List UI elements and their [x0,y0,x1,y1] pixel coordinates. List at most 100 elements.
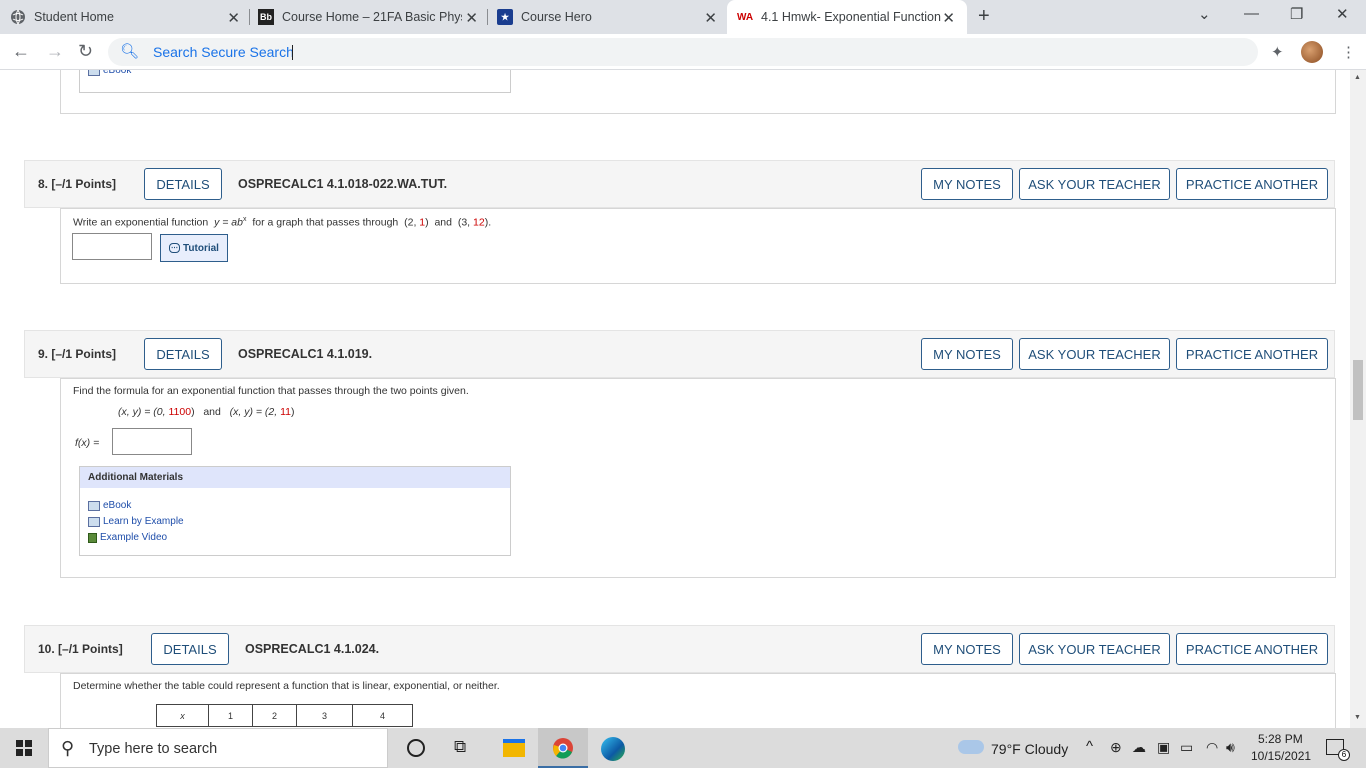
chevron-up-icon[interactable]: ^ [1086,738,1093,755]
weather-cloud-icon [958,740,984,754]
more-menu-icon[interactable]: ⋮ [1341,43,1356,61]
page-scrollbar[interactable]: ▲ ▼ [1350,70,1366,728]
close-tab-icon[interactable]: ✕ [227,9,240,27]
avatar[interactable] [1301,41,1323,63]
ask-your-teacher-button[interactable]: ASK YOUR TEACHER [1019,168,1170,200]
question-text: Find the formula for an exponential func… [73,385,469,397]
question-10-header: 10. [–/1 Points] DETAILS OSPRECALC1 4.1.… [24,625,1335,673]
forward-arrow-icon[interactable]: → [46,41,64,62]
question-8-header: 8. [–/1 Points] DETAILS OSPRECALC1 4.1.0… [24,160,1335,208]
table-row: x 1 2 3 4 [156,704,413,727]
network-status-icon[interactable]: ⊕ [1110,739,1122,756]
chrome-icon [553,738,573,759]
scroll-up-icon[interactable]: ▲ [1354,74,1361,81]
webassign-icon: WA [736,11,754,23]
my-notes-button[interactable]: MY NOTES [921,633,1013,665]
address-bar[interactable]: 🔍︎ Search Secure Search [108,38,1258,66]
tab-course-hero[interactable]: ★ Course Hero ✕ [497,0,723,34]
details-button[interactable]: DETAILS [144,168,222,200]
taskbar-search-input[interactable]: ⚲ Type here to search [48,728,388,768]
question-10-body: Determine whether the table could repres… [60,673,1336,728]
cortana-icon[interactable] [407,739,425,757]
fx-answer-input[interactable] [112,428,192,455]
search-icon: 🔍︎ [120,43,140,60]
puzzle-extension-icon[interactable]: ✦ [1271,43,1284,61]
book-icon [88,70,100,76]
ebook-link[interactable]: eBook [88,70,131,76]
clock-time[interactable]: 5:28 PM [1258,732,1303,746]
question-text: Write an exponential function y = abx fo… [73,216,492,229]
star-icon: ★ [497,9,513,25]
notification-icon[interactable]: 6 [1326,739,1350,761]
back-arrow-icon[interactable]: ← [12,41,30,62]
tutorial-button[interactable]: ⋯ Tutorial [160,234,228,262]
question-code: OSPRECALC1 4.1.019. [238,347,373,361]
table-cell: 2 [252,704,297,727]
table-cell: 3 [296,704,353,727]
tab-label: 4.1 Hmwk- Exponential Functions [761,10,941,24]
scrollbar-thumb[interactable] [1353,360,1363,420]
scroll-down-icon[interactable]: ▼ [1354,714,1361,721]
close-tab-icon[interactable]: ✕ [704,9,717,27]
notification-count: 6 [1338,749,1350,761]
my-notes-button[interactable]: MY NOTES [921,338,1013,370]
details-button[interactable]: DETAILS [144,338,222,370]
blackboard-icon: Bb [258,9,274,25]
book-icon [88,500,100,511]
browser-tab-bar: Student Home ✕ Bb Course Home – 21FA Bas… [0,0,1366,34]
tab-webassign-active[interactable]: WA 4.1 Hmwk- Exponential Functions ✕ [727,0,967,34]
question-number: 10. [–/1 Points] [38,642,123,656]
practice-another-button[interactable]: PRACTICE ANOTHER [1176,168,1328,200]
tab-course-home[interactable]: Bb Course Home – 21FA Basic Physic ✕ [258,0,484,34]
onedrive-icon[interactable]: ☁ [1132,739,1146,756]
question-text: Determine whether the table could repres… [73,680,500,692]
browser-toolbar: ← → ↻ 🔍︎ Search Secure Search ✦ ⋮ [0,34,1366,70]
practice-another-button[interactable]: PRACTICE ANOTHER [1176,633,1328,665]
wifi-icon[interactable]: ◠ [1206,739,1218,756]
film-icon [88,532,97,543]
question-number: 8. [–/1 Points] [38,177,117,191]
answer-input[interactable] [72,233,152,260]
additional-materials-box: eBook [79,70,511,93]
my-notes-button[interactable]: MY NOTES [921,168,1013,200]
new-tab-button[interactable]: + [978,5,990,28]
question-code: OSPRECALC1 4.1.018-022.WA.TUT. [238,177,448,191]
example-video-link[interactable]: Example Video [88,532,167,543]
question-code: OSPRECALC1 4.1.024. [245,642,380,656]
ebook-link[interactable]: eBook [88,500,131,511]
practice-another-button[interactable]: PRACTICE ANOTHER [1176,338,1328,370]
chevron-down-icon[interactable]: ⌄ [1198,5,1211,23]
table-cell: 1 [208,704,253,727]
windows-start-icon[interactable] [16,740,32,756]
task-view-icon[interactable]: ⧉ [454,737,466,757]
edge-icon[interactable] [601,737,625,761]
restore-button[interactable]: ❐ [1290,5,1303,23]
fx-label: f(x) = [75,437,100,449]
ask-your-teacher-button[interactable]: ASK YOUR TEACHER [1019,338,1170,370]
address-text: Search Secure Search [153,44,294,60]
question-9-body: Find the formula for an exponential func… [60,378,1336,578]
tab-label: Course Hero [521,10,592,24]
details-button[interactable]: DETAILS [151,633,229,665]
windows-taskbar: ⚲ Type here to search ⧉ 79°F Cloudy ^ ⊕ … [0,728,1366,768]
app-tray-icon[interactable]: ▣ [1157,739,1170,756]
chrome-taskbar-button[interactable] [538,728,588,768]
book-icon [88,516,100,527]
table-cell: 4 [352,704,413,727]
close-tab-icon[interactable]: ✕ [942,9,955,27]
close-tab-icon[interactable]: ✕ [465,9,478,27]
battery-icon[interactable]: ▭ [1180,739,1193,756]
volume-icon[interactable]: 🔊︎ [1226,739,1235,756]
text-caret [292,45,293,60]
question-9-header: 9. [–/1 Points] DETAILS OSPRECALC1 4.1.0… [24,330,1335,378]
ask-your-teacher-button[interactable]: ASK YOUR TEACHER [1019,633,1170,665]
file-explorer-icon[interactable] [503,739,525,757]
close-window-button[interactable]: ✕ [1336,5,1349,23]
clock-date[interactable]: 10/15/2021 [1251,749,1311,763]
tab-student-home[interactable]: Student Home ✕ [10,0,246,34]
weather-text[interactable]: 79°F Cloudy [991,741,1068,757]
minimize-button[interactable]: — [1244,5,1259,22]
question-number: 9. [–/1 Points] [38,347,117,361]
learn-by-example-link[interactable]: Learn by Example [88,516,184,527]
reload-icon[interactable]: ↻ [78,41,93,62]
